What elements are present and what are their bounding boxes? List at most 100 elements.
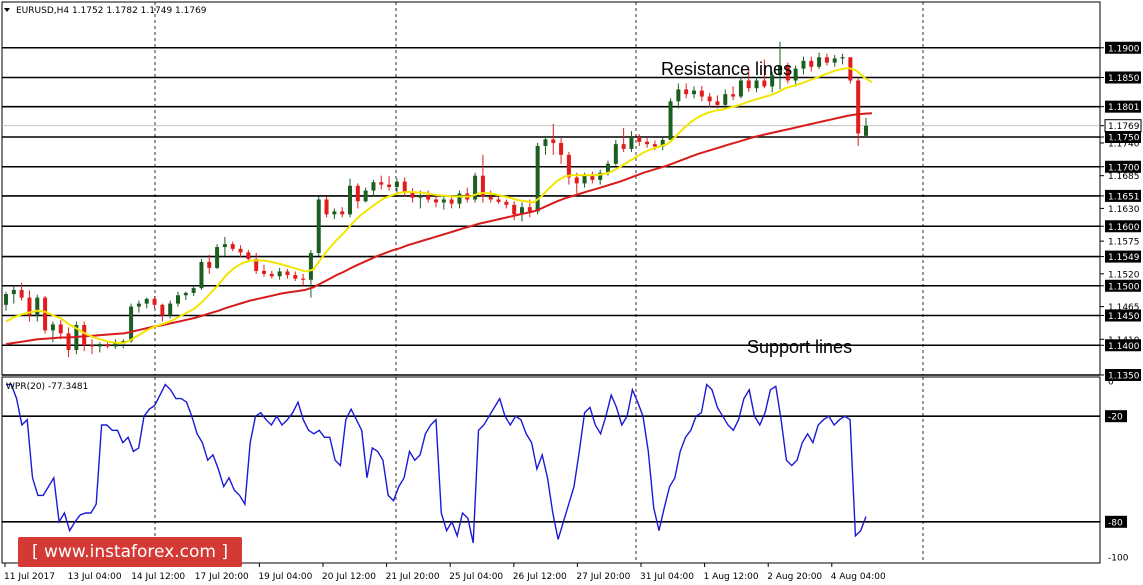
candle-body (731, 94, 736, 97)
candle-body (488, 196, 493, 200)
price-tick-label: 1.1450 (1108, 312, 1140, 322)
candle-body (105, 344, 110, 347)
time-tick-label: 26 Jul 12:00 (513, 572, 567, 582)
candle-body (723, 94, 728, 105)
candle-body (527, 207, 532, 212)
candle-body (676, 89, 681, 102)
candle-body (551, 139, 556, 143)
candle-body (363, 190, 368, 202)
candle-body (512, 204, 517, 215)
candle-body (762, 80, 767, 87)
candle-body (434, 199, 438, 203)
candle-body (324, 199, 329, 215)
candle-body (613, 144, 618, 164)
wpr-label: WPR(20) -77.3481 (6, 382, 88, 392)
wpr-tick-label: 0 (1108, 378, 1114, 388)
support-annotation: Support lines (747, 337, 852, 357)
candle-body (692, 90, 696, 95)
price-tick-label: 1.1850 (1108, 74, 1140, 84)
candle-body (222, 244, 227, 248)
candle-body (183, 292, 188, 296)
candle-body (191, 288, 196, 293)
price-tick-label: 1.1520 (1108, 270, 1140, 280)
candle-body (176, 295, 180, 304)
candle-body (136, 303, 141, 307)
wpr-tick-label: -100 (1108, 554, 1129, 564)
candle-body (50, 324, 55, 331)
candle-body (285, 271, 290, 276)
candle-body (394, 181, 399, 187)
candle-body (301, 278, 306, 280)
candle-body (262, 270, 266, 274)
candle-body (449, 199, 454, 204)
candle-body (441, 199, 446, 203)
candle-body (543, 139, 548, 146)
candle-body (574, 177, 579, 184)
candle-body (590, 175, 595, 180)
time-tick-label: 14 Jul 12:00 (131, 572, 185, 582)
candle-body (864, 125, 868, 136)
candle-body (293, 275, 298, 279)
candle-body (457, 193, 462, 204)
time-tick-label: 4 Aug 04:00 (831, 572, 886, 582)
wpr-tick-label: -80 (1108, 518, 1123, 528)
time-tick-label: 1 Aug 12:00 (704, 572, 759, 582)
candle-body (199, 261, 204, 289)
time-tick-label: 11 Jul 2017 (4, 572, 55, 582)
candle-body (43, 297, 48, 331)
candle-body (82, 325, 87, 346)
price-tick-label: 1.1651 (1108, 192, 1140, 202)
candle-body (840, 57, 845, 59)
candle-body (684, 89, 689, 95)
candle-body (699, 90, 704, 97)
time-tick-label: 17 Jul 20:00 (195, 572, 249, 582)
candle-body (809, 60, 814, 67)
price-tick-label: 1.1740 (1108, 139, 1140, 149)
candle-body (238, 248, 243, 253)
candle-body (559, 142, 564, 155)
candle-body (277, 271, 282, 277)
price-tick-label: 1.1630 (1108, 205, 1140, 215)
candle-body (58, 324, 63, 334)
chart-canvas: 1.19001.18501.18011.17691.17501.17401.17… (0, 0, 1143, 585)
candle-body (832, 58, 837, 63)
candle-body (387, 184, 392, 187)
price-tick-label: 1.1685 (1108, 172, 1140, 182)
candle-body (379, 182, 384, 185)
instaforex-watermark: [ www.instaforex.com ] (18, 537, 242, 567)
candle-body (402, 181, 407, 192)
candle-body (160, 304, 165, 316)
candle-body (504, 201, 509, 205)
candle-body (817, 57, 822, 67)
time-tick-label: 19 Jul 04:00 (258, 572, 312, 582)
candle-body (168, 303, 173, 316)
candle-body (4, 294, 8, 305)
candle-body (308, 253, 313, 280)
candle-body (426, 195, 431, 200)
candle-body (738, 80, 743, 97)
candle-body (371, 182, 376, 191)
candle-body (645, 141, 650, 145)
candle-body (621, 144, 626, 149)
candle-body (129, 306, 134, 342)
candle-body (152, 298, 157, 305)
symbol-header: EURUSD,H4 1.1752 1.1782 1.1749 1.1769 (16, 6, 207, 16)
time-tick-label: 21 Jul 20:00 (386, 572, 440, 582)
time-tick-label: 2 Aug 20:00 (767, 572, 822, 582)
candle-body (230, 244, 235, 249)
candle-body (715, 101, 720, 105)
time-tick-label: 25 Jul 04:00 (449, 572, 503, 582)
candle-body (793, 68, 798, 81)
candle-body (418, 195, 423, 198)
candle-body (801, 60, 806, 69)
candle-body (215, 247, 220, 268)
candle-body (856, 80, 861, 134)
candle-body (668, 101, 673, 140)
candle-body (566, 154, 571, 178)
price-tick-label: 1.1600 (1108, 223, 1140, 233)
time-tick-label: 20 Jul 12:00 (322, 572, 376, 582)
candle-body (332, 211, 337, 215)
candle-body (316, 199, 321, 254)
candle-body (629, 137, 634, 149)
price-tick-label: 1.1769 (1108, 122, 1140, 132)
